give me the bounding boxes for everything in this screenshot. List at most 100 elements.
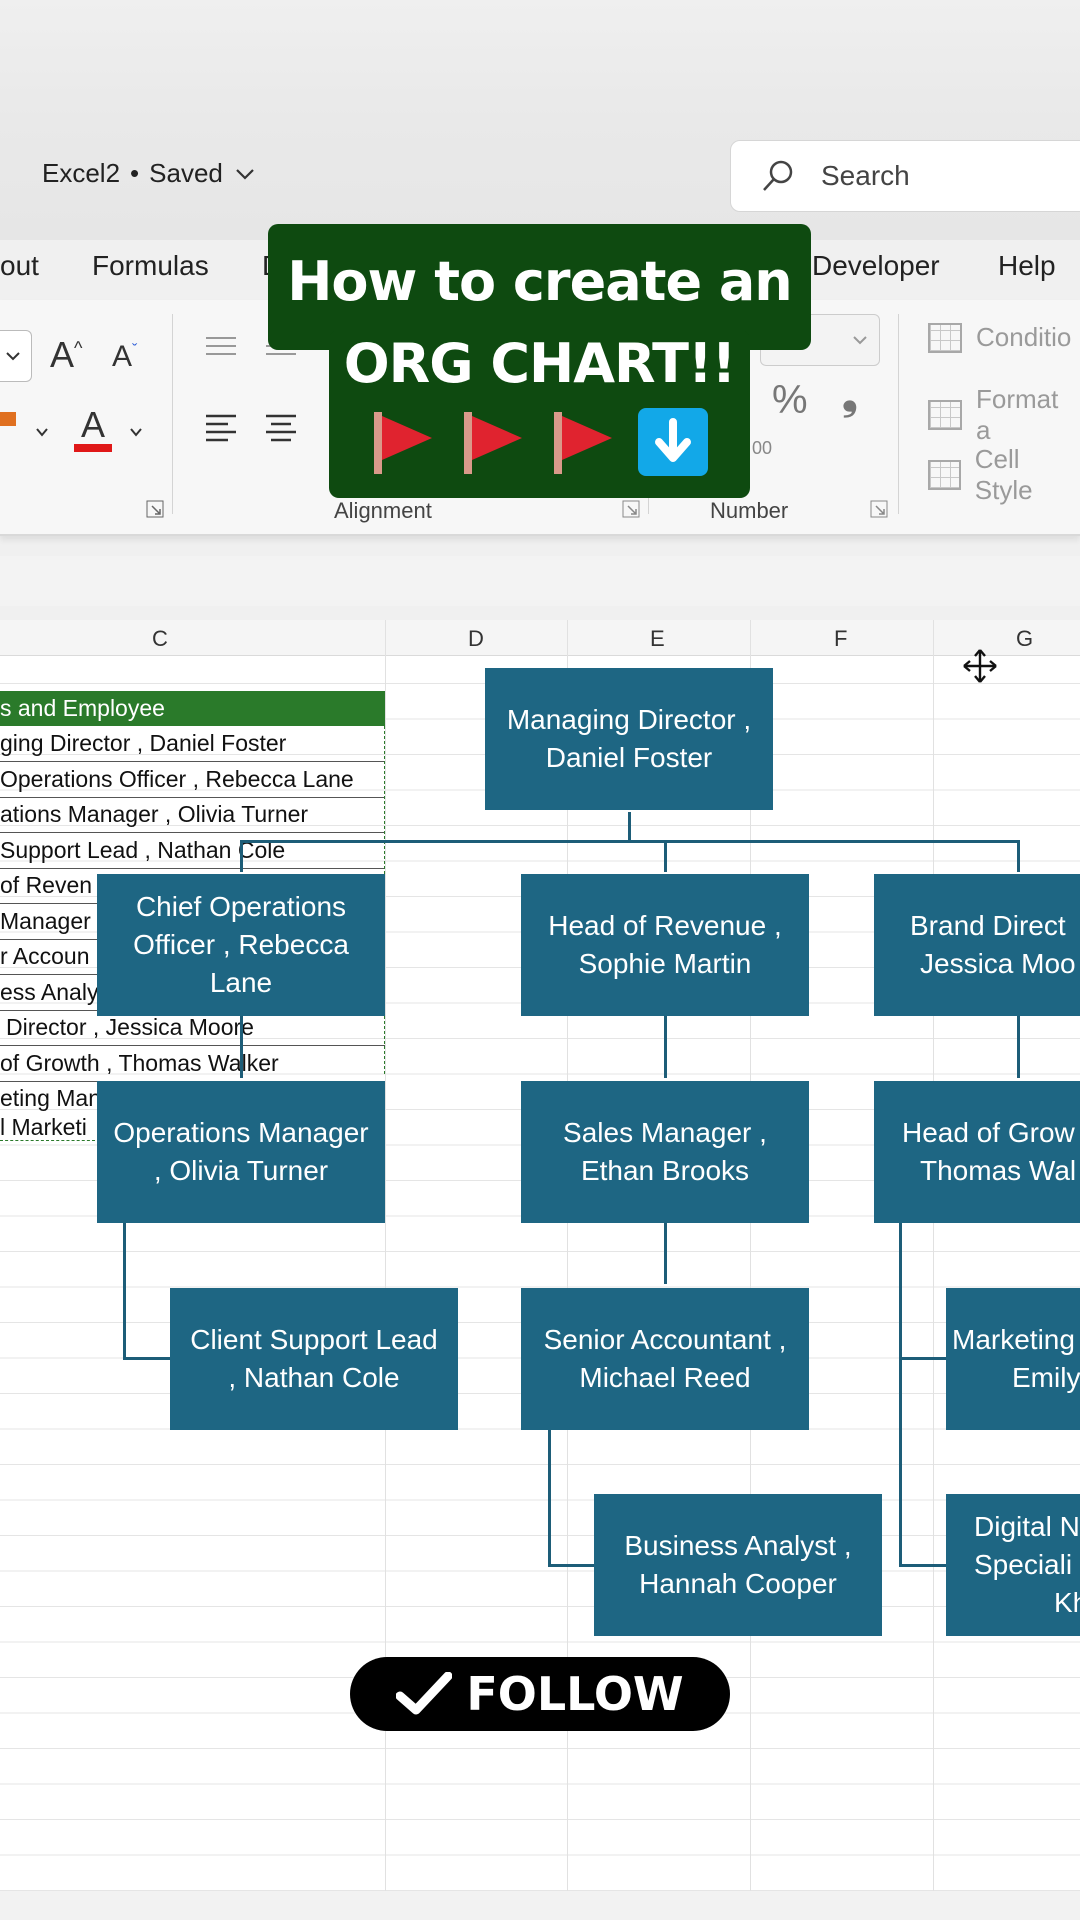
checkmark-icon [396, 1672, 453, 1715]
table-row[interactable]: ations Manager , Olivia Turner [0, 797, 385, 833]
tab-help[interactable]: Help [998, 250, 1056, 282]
banner-title-line1: How to create an [287, 250, 793, 313]
cell-styles-icon [928, 460, 961, 490]
chevron-down-icon[interactable] [34, 424, 50, 440]
follow-button[interactable]: FOLLOW [350, 1657, 730, 1731]
conditional-formatting-icon [928, 322, 962, 353]
red-flag-icon [548, 410, 620, 474]
alignment-group-label: Alignment [334, 498, 432, 523]
tab-page-layout[interactable]: out [0, 250, 39, 282]
table-header[interactable]: s and Employee [0, 691, 385, 726]
banner-title-line2: ORG CHART!! [343, 332, 736, 395]
column-header-c[interactable]: C [152, 626, 168, 652]
format-as-table-label: Format a [976, 384, 1059, 445]
connector-line [664, 840, 667, 872]
column-headers: C D E F G [0, 620, 1080, 656]
sheet-bottom [0, 1891, 1080, 1920]
align-top-icon[interactable] [204, 334, 238, 364]
follow-label: FOLLOW [466, 1667, 684, 1721]
alignment-dialog-launcher-icon[interactable] [622, 500, 640, 518]
table-row[interactable]: Operations Officer , Rebecca Lane [0, 762, 385, 798]
column-header-g[interactable]: G [1016, 626, 1033, 652]
top-blank-area [0, 0, 1080, 120]
chevron-down-icon [853, 336, 867, 345]
column-divider [933, 620, 934, 1891]
table-row[interactable]: Support Lead , Nathan Cole [0, 833, 385, 869]
title-separator: • [130, 158, 140, 188]
comma-style-button[interactable]: ❟ [842, 374, 858, 419]
org-box-senior-accountant[interactable]: Senior Accountant , Michael Reed [521, 1288, 809, 1430]
font-dialog-launcher-icon[interactable] [146, 500, 164, 518]
tab-formulas[interactable]: Formulas [92, 250, 209, 282]
connector-line [1017, 840, 1020, 872]
search-box[interactable]: Search [730, 140, 1080, 212]
connector-line [664, 1016, 667, 1078]
org-box-managing-director[interactable]: Managing Director , Daniel Foster [485, 668, 773, 810]
conditional-formatting-button[interactable]: Conditio [928, 322, 1071, 353]
connector-line [123, 1222, 126, 1360]
cell-styles-button[interactable]: Cell Style [928, 444, 1080, 506]
move-cursor-icon [963, 649, 997, 683]
font-color-swatch [74, 444, 112, 452]
increase-font-size-button[interactable]: A^ [50, 334, 82, 376]
save-status: Saved [149, 158, 223, 188]
decrease-font-size-button[interactable]: Aˇ [112, 340, 137, 374]
connector-line [1017, 1016, 1020, 1078]
connector-line [899, 1564, 947, 1567]
decimal-button[interactable]: 00 [752, 438, 772, 459]
number-group-label: Number [710, 498, 789, 523]
org-box-sales-manager[interactable]: Sales Manager , Ethan Brooks [521, 1081, 809, 1223]
align-center-icon[interactable] [264, 412, 298, 446]
align-left-icon[interactable] [204, 412, 238, 446]
org-box-head-of-revenue[interactable]: Head of Revenue , Sophie Martin [521, 874, 809, 1016]
conditional-formatting-label: Conditio [976, 322, 1072, 352]
red-flag-icon [458, 410, 530, 474]
chevron-down-icon [236, 168, 254, 180]
number-dialog-launcher-icon[interactable] [870, 500, 888, 518]
cell-styles-label: Cell Style [974, 444, 1033, 505]
connector-line [240, 1016, 243, 1078]
org-box-client-support-lead[interactable]: Client Support Lead, Nathan Cole [170, 1288, 458, 1430]
format-as-table-icon [928, 400, 962, 430]
connector-line [123, 1357, 171, 1360]
document-name: Excel2 [42, 158, 121, 188]
column-header-e[interactable]: E [650, 626, 665, 652]
selection-border [0, 1140, 95, 1141]
fill-color-button[interactable] [0, 412, 16, 426]
connector-line [664, 1222, 667, 1284]
connector-line [548, 1430, 551, 1567]
tab-developer[interactable]: Developer [812, 250, 940, 282]
red-flag-icon [368, 410, 440, 474]
org-box-chief-operations-officer[interactable]: Chief Operations Officer , Rebecca Lane [97, 874, 385, 1016]
font-size-dropdown[interactable] [0, 330, 32, 382]
connector-line [240, 840, 1020, 843]
search-icon [763, 160, 793, 191]
org-box-digital-marketing-specialist[interactable]: Digital NSpecialiKh [946, 1494, 1080, 1636]
chevron-down-icon [6, 352, 20, 361]
table-row[interactable]: of Growth , Thomas Walker [0, 1046, 385, 1082]
separator [898, 314, 899, 514]
column-divider [750, 620, 751, 1891]
sheet-gap [0, 556, 1080, 606]
separator [172, 314, 173, 514]
org-box-business-analyst[interactable]: Business Analyst , Hannah Cooper [594, 1494, 882, 1636]
connector-line [899, 1357, 947, 1360]
org-box-operations-manager[interactable]: Operations Manager, Olivia Turner [97, 1081, 385, 1223]
column-header-f[interactable]: F [834, 626, 847, 652]
search-placeholder: Search [821, 160, 910, 191]
connector-line [628, 812, 631, 842]
banner-emoji-row [368, 408, 708, 476]
connector-line [548, 1564, 595, 1567]
org-box-marketing-manager[interactable]: Marketing Emily [946, 1288, 1080, 1430]
table-row[interactable]: ging Director , Daniel Foster [0, 726, 385, 762]
format-as-table-button[interactable]: Format a [928, 384, 1080, 446]
org-box-brand-director[interactable]: Brand Direct Jessica Moo [874, 874, 1080, 1016]
document-name-button[interactable]: Excel2 • Saved [42, 158, 257, 189]
org-box-head-of-growth[interactable]: Head of Grow Thomas Wal [874, 1081, 1080, 1223]
font-color-button[interactable]: A [74, 404, 112, 446]
connector-line [899, 1222, 902, 1567]
connector-line [240, 840, 243, 872]
chevron-down-icon[interactable] [128, 424, 144, 440]
down-arrow-icon [638, 408, 708, 476]
column-header-d[interactable]: D [468, 626, 484, 652]
